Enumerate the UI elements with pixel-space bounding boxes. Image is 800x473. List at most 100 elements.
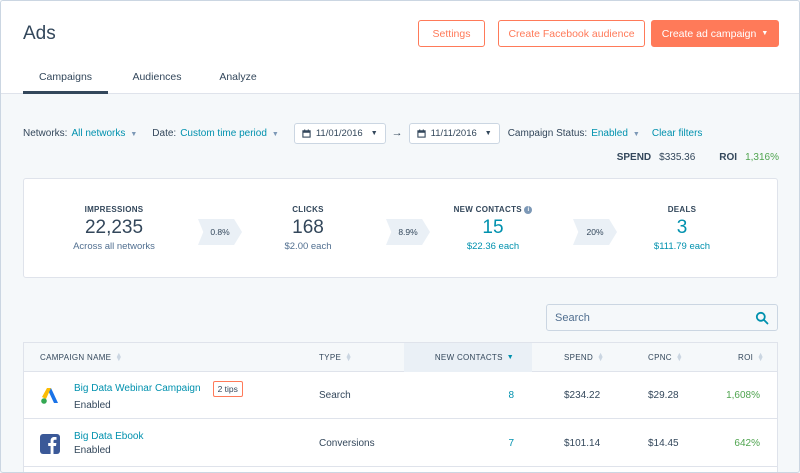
type-cell: Conversions — [319, 438, 375, 449]
search-icon[interactable] — [755, 311, 769, 325]
spend-value: $335.36 — [659, 152, 696, 163]
deals-metric: DEALS 3 $111.79 each — [607, 205, 757, 252]
deals-sub: $111.79 each — [653, 241, 711, 252]
networks-filter-dropdown[interactable]: All networks ▼ — [71, 128, 137, 139]
new-contacts-cell[interactable]: 7 — [484, 420, 514, 467]
campaign-status-value: Enabled — [591, 127, 628, 139]
chevron-down-icon: ▼ — [484, 129, 492, 137]
table-row: Big Data Webinar Campaign 2 tips Enabled… — [24, 372, 777, 419]
create-ad-campaign-button[interactable]: Create ad campaign ▼ — [651, 20, 779, 47]
page-header: Ads Settings Create Facebook audience Cr… — [1, 1, 799, 94]
clicks-sub: $2.00 each — [284, 241, 332, 252]
sort-icon: ▲ ▼ — [757, 351, 765, 363]
column-new-contacts[interactable]: NEW CONTACTS ▼ — [404, 343, 532, 372]
search-input[interactable] — [555, 311, 755, 324]
cpnc-cell: $14.45 — [648, 438, 679, 449]
spend-cell: $234.22 — [564, 390, 601, 401]
new-contacts-label-text: NEW CONTACTS — [453, 205, 522, 214]
campaign-name-cell: Big Data Webinar Campaign 2 tips Enabled — [40, 372, 243, 419]
clicks-metric: CLICKS 168 $2.00 each — [233, 205, 383, 252]
campaign-status: Enabled — [74, 445, 111, 456]
facebook-icon — [40, 433, 60, 454]
campaign-link[interactable]: Big Data Webinar Campaign — [74, 383, 201, 394]
calendar-icon — [416, 128, 426, 138]
column-spend[interactable]: SPEND ▲ ▼ — [564, 343, 604, 372]
tab-campaigns[interactable]: Campaigns — [23, 63, 108, 94]
roi-value: 1,316% — [745, 152, 779, 163]
column-cpnc[interactable]: CPNC ▲ ▼ — [648, 343, 683, 372]
search-box — [546, 304, 778, 331]
tab-audiences[interactable]: Audiences — [116, 63, 198, 94]
new-contacts-sub: $22.36 each — [466, 241, 520, 252]
calendar-icon — [302, 128, 311, 138]
deals-label: DEALS — [667, 205, 697, 214]
date-filter-value: Custom time period — [180, 127, 267, 139]
google-adwords-icon — [41, 387, 58, 404]
column-label: NEW CONTACTS — [434, 353, 503, 362]
clicks-value: 168 — [292, 217, 324, 238]
sort-icon: ▲ ▼ — [675, 351, 684, 363]
column-campaign-name[interactable]: CAMPAIGN NAME ▲ ▼ — [40, 343, 123, 372]
create-facebook-audience-button[interactable]: Create Facebook audience — [498, 20, 645, 47]
column-label: TYPE — [319, 353, 342, 362]
filter-bar: Networks: All networks ▼ Date: Custom tim… — [23, 122, 783, 144]
column-label: CPNC — [648, 353, 672, 362]
spend-label: SPEND — [616, 152, 652, 163]
start-date-value: 11/01/2016 — [315, 127, 363, 139]
caret-down-icon: ▼ — [761, 30, 769, 37]
campaign-name-cell: Big Data Ebook Enabled — [40, 420, 144, 467]
create-ad-campaign-label: Create ad campaign — [661, 27, 757, 40]
column-type[interactable]: TYPE ▲ ▼ — [319, 343, 352, 372]
date-filter-dropdown[interactable]: Custom time period ▼ — [180, 128, 279, 139]
table-row: Big Data Ebook Enabled Conversions 7 $10… — [24, 420, 777, 467]
arrow-right-icon: → — [391, 127, 403, 139]
campaign-link[interactable]: Big Data Ebook — [74, 431, 144, 442]
sort-icon: ▲ ▼ — [345, 351, 353, 363]
deals-value[interactable]: 3 — [607, 217, 757, 239]
cpnc-cell: $29.28 — [648, 390, 679, 401]
column-label: ROI — [738, 353, 754, 362]
end-date-picker[interactable]: 11/11/2016 ▼ — [408, 122, 500, 144]
spend-roi-summary: SPEND $335.36 ROI 1,316% — [617, 152, 779, 163]
campaign-status-dropdown[interactable]: Enabled ▼ — [591, 128, 640, 139]
tab-bar: Campaigns Audiences Analyze — [23, 63, 270, 94]
impressions-label: IMPRESSIONS — [84, 205, 144, 214]
clicks-label: CLICKS — [292, 205, 324, 214]
roi-cell: 642% — [734, 438, 760, 449]
page-title: Ads — [23, 23, 56, 44]
settings-button[interactable]: Settings — [418, 20, 485, 47]
clear-filters-link[interactable]: Clear filters — [652, 128, 703, 139]
sort-icon: ▲ ▼ — [597, 351, 605, 363]
tab-analyze[interactable]: Analyze — [206, 63, 270, 94]
sort-descending-icon: ▼ — [506, 354, 514, 361]
campaign-status-label: Campaign Status: — [507, 127, 588, 139]
sort-icon: ▲ ▼ — [115, 351, 123, 363]
spend-cell: $101.14 — [564, 438, 601, 449]
column-label: SPEND — [564, 353, 594, 362]
networks-filter-value: All networks — [71, 127, 126, 139]
start-date-picker[interactable]: 11/01/2016 ▼ — [293, 122, 386, 144]
campaign-status: Enabled — [74, 399, 111, 411]
new-contacts-label: NEW CONTACTS i — [418, 205, 568, 214]
column-label: CAMPAIGN NAME — [40, 353, 112, 362]
chevron-down-icon: ▼ — [130, 130, 138, 138]
new-contacts-metric: NEW CONTACTS i 15 $22.36 each — [418, 205, 568, 252]
impressions-value: 22,235 — [84, 217, 144, 238]
app-window: Ads Settings Create Facebook audience Cr… — [0, 0, 800, 473]
info-icon[interactable]: i — [524, 206, 533, 214]
chevron-down-icon: ▼ — [370, 129, 378, 137]
end-date-value: 11/11/2016 — [430, 127, 477, 139]
column-roi[interactable]: ROI ▲ ▼ — [738, 343, 764, 372]
chevron-down-icon: ▼ — [271, 130, 279, 138]
roi-label: ROI — [719, 152, 738, 163]
new-contacts-cell[interactable]: 8 — [484, 372, 514, 419]
chevron-down-icon: ▼ — [632, 130, 640, 138]
type-cell: Search — [319, 390, 351, 401]
new-contacts-value[interactable]: 15 — [418, 217, 568, 239]
roi-cell: 1,608% — [726, 390, 760, 401]
campaigns-table: CAMPAIGN NAME ▲ ▼ TYPE ▲ ▼ NEW CONTACTS ▼ … — [23, 342, 778, 472]
impressions-sub: Across all networks — [73, 241, 155, 252]
date-filter-label: Date: — [152, 127, 177, 139]
tips-badge[interactable]: 2 tips — [212, 380, 243, 397]
table-header: CAMPAIGN NAME ▲ ▼ TYPE ▲ ▼ NEW CONTACTS ▼ … — [24, 343, 777, 372]
